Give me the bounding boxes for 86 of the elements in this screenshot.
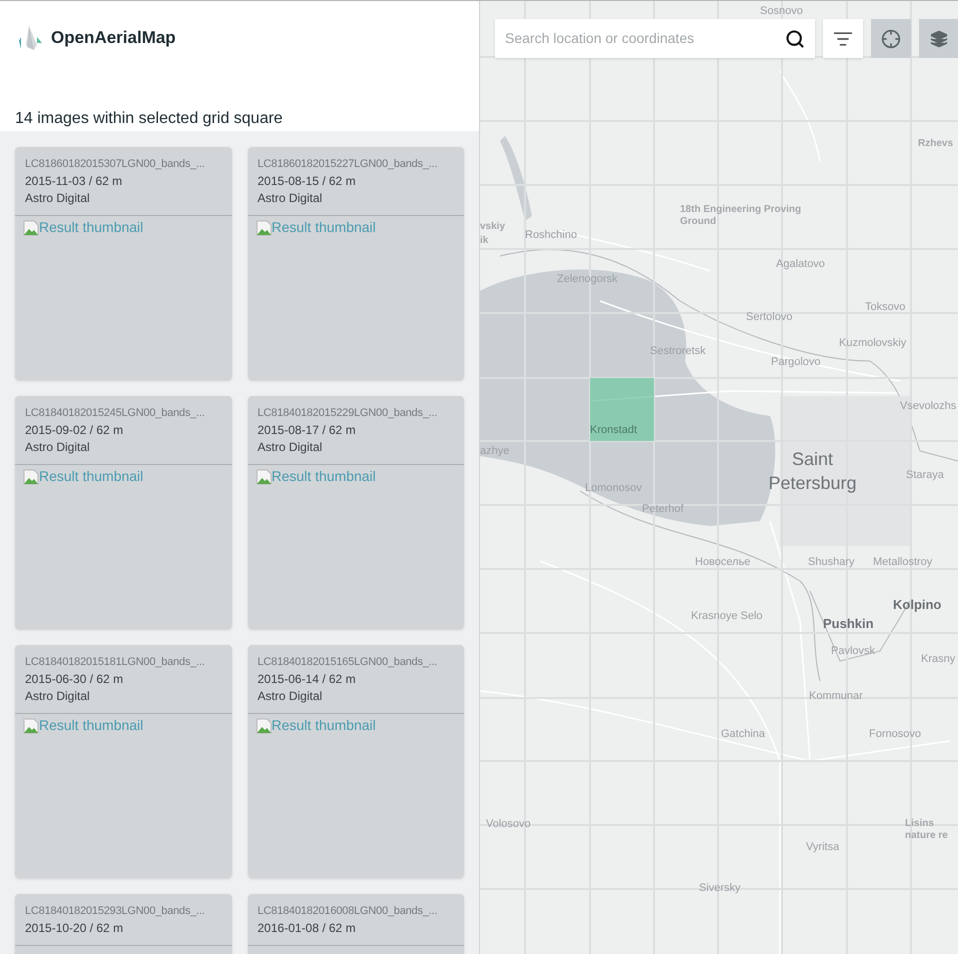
map-label: Sertolovo xyxy=(746,311,792,323)
thumbnail-alt-text: Result thumbnail xyxy=(272,467,376,486)
image-date-resolution: 2015-11-03 / 62 m xyxy=(25,173,124,190)
result-card[interactable]: LC81860182015307LGN00_bands_... 2015-11-03 / 62 m Astro Digital Result thumbnail xyxy=(15,147,232,380)
thumbnail-alt-text: Result thumbnail xyxy=(39,716,144,735)
layers-icon xyxy=(930,30,948,48)
map-label: Pavlovsk xyxy=(831,645,876,657)
result-card[interactable]: LC81840182015293LGN00_bands_... 2015-10-20 / 62 m xyxy=(15,894,232,954)
map-label: Saint Petersburg xyxy=(767,448,858,495)
map-label: Siversky xyxy=(699,882,741,894)
broken-image-icon xyxy=(23,718,39,734)
image-provider: Astro Digital xyxy=(25,190,91,207)
locate-icon xyxy=(881,28,901,48)
image-title: LC81840182015245LGN00_bands_... xyxy=(25,406,205,421)
image-title: LC81840182015229LGN00_bands_... xyxy=(258,406,438,421)
map-label: Krasny xyxy=(921,653,956,665)
map-label: Shushary xyxy=(808,556,854,568)
map-label: Kolpino xyxy=(893,599,942,611)
image-title: LC81840182015293LGN00_bands_... xyxy=(25,904,205,919)
map-label: Peterhof xyxy=(642,503,684,515)
map-label: Pushkin xyxy=(823,618,874,630)
map-label: Metallostroy xyxy=(873,556,932,568)
search-bar[interactable]: Search location or coordinates xyxy=(495,19,815,58)
thumbnail-alt-text: Result thumbnail xyxy=(272,218,376,237)
broken-image-icon xyxy=(23,468,39,484)
image-provider: Astro Digital xyxy=(258,439,324,456)
thumbnail-alt-text: Result thumbnail xyxy=(39,467,144,486)
map-label: Lisins nature re xyxy=(905,818,949,842)
image-provider: Astro Digital xyxy=(258,190,324,207)
map-label: Roshchino xyxy=(525,229,577,241)
filter-button[interactable] xyxy=(823,19,863,58)
map-label: Volosovo xyxy=(486,818,531,830)
map-label: Fornosovo xyxy=(869,728,921,740)
broken-image-icon xyxy=(256,468,272,484)
search-icon[interactable] xyxy=(785,28,805,48)
map-label: Lomonosov xyxy=(585,482,642,494)
map-label: Kommunar xyxy=(809,690,863,702)
map-label: Sestroretsk xyxy=(650,345,706,357)
thumbnail-alt-text: Result thumbnail xyxy=(272,716,376,735)
result-card[interactable]: LC81840182015181LGN00_bands_... 2015-06-30 / 62 m Astro Digital Result thumbnail xyxy=(15,645,232,878)
map-label: Sosnovo xyxy=(760,5,803,17)
broken-image-icon xyxy=(256,718,272,734)
map-label: Kuzmolovskiy xyxy=(839,337,906,349)
image-date-resolution: 2015-08-17 / 62 m xyxy=(258,422,357,439)
image-date-resolution: 2015-06-14 / 62 m xyxy=(258,671,357,688)
app-title[interactable]: OpenAerialMap xyxy=(51,25,176,51)
results-heading: 14 images within selected grid square xyxy=(15,109,284,129)
map-label: Gatchina xyxy=(721,728,766,740)
result-card[interactable]: LC81860182015227LGN00_bands_... 2015-08-15 / 62 m Astro Digital Result thumbnail xyxy=(248,147,464,380)
map-label: Zelenogorsk xyxy=(557,273,618,285)
image-title: LC81860182015307LGN00_bands_... xyxy=(25,157,205,172)
result-card[interactable]: LC81840182016008LGN00_bands_... 2016-01-08 / 62 m xyxy=(248,894,464,954)
map-label: Новоселье xyxy=(695,556,750,568)
image-provider: Astro Digital xyxy=(25,439,91,456)
image-date-resolution: 2015-08-15 / 62 m xyxy=(258,173,357,190)
result-card[interactable]: LC81840182015245LGN00_bands_... 2015-09-02 / 62 m Astro Digital Result thumbnail xyxy=(15,396,232,629)
map-label: Krasnoye Selo xyxy=(691,610,763,622)
result-card[interactable]: LC81840182015165LGN00_bands_... 2015-06-14 / 62 m Astro Digital Result thumbnail xyxy=(248,645,464,878)
map-label: ik xyxy=(480,235,488,247)
image-title: LC81840182015165LGN00_bands_... xyxy=(258,655,438,670)
broken-image-icon xyxy=(23,220,39,236)
image-date-resolution: 2015-10-20 / 62 m xyxy=(25,920,124,937)
map-label: Vyritsa xyxy=(806,841,840,853)
layers-button[interactable] xyxy=(919,19,958,58)
map-label: Pargolovo xyxy=(771,356,821,368)
map-label: Toksovo xyxy=(865,301,906,313)
result-card[interactable]: LC81840182015229LGN00_bands_... 2015-08-17 / 62 m Astro Digital Result thumbnail xyxy=(248,396,464,629)
map-label: 18th Engineering Proving Ground xyxy=(680,204,802,228)
image-provider: Astro Digital xyxy=(25,688,91,705)
locate-button[interactable] xyxy=(871,19,911,58)
image-provider: Astro Digital xyxy=(258,688,324,705)
map-label: Vsevolozhs xyxy=(900,400,956,412)
image-date-resolution: 2015-06-30 / 62 m xyxy=(25,671,124,688)
map-label: Agalatovo xyxy=(776,258,825,270)
search-field[interactable]: Search location or coordinates xyxy=(505,28,785,49)
image-date-resolution: 2015-09-02 / 62 m xyxy=(25,422,124,439)
map-label: Rzhevs xyxy=(918,138,954,150)
map-label: Staraya xyxy=(906,469,944,481)
image-title: LC81860182015227LGN00_bands_... xyxy=(258,157,438,172)
image-title: LC81840182015181LGN00_bands_... xyxy=(25,655,205,670)
image-date-resolution: 2016-01-08 / 62 m xyxy=(258,920,357,937)
broken-image-icon xyxy=(256,220,272,236)
thumbnail-alt-text: Result thumbnail xyxy=(39,218,144,237)
map-label: vskiy xyxy=(480,221,506,233)
image-title: LC81840182016008LGN00_bands_... xyxy=(258,904,438,919)
map-label: Kronstadt xyxy=(590,424,638,436)
